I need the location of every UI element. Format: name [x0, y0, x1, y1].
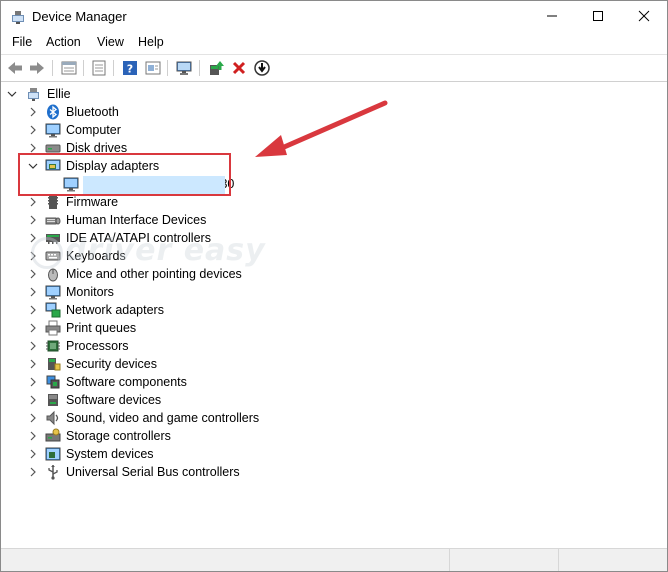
chevron-right-icon[interactable] [28, 448, 38, 460]
properties-button[interactable] [60, 59, 78, 77]
storage-icon [45, 428, 61, 442]
device-manager-window: Device Manager File Action View Help ? E… [0, 0, 668, 572]
download-button[interactable] [253, 59, 271, 77]
chevron-down-icon [7, 91, 17, 97]
status-cell [450, 549, 559, 571]
update-driver-icon [210, 61, 224, 75]
chevron-right-icon[interactable] [28, 466, 38, 478]
window-title: Device Manager [32, 9, 127, 24]
tree-category-label: Security devices [66, 357, 158, 371]
tree-category-label: System devices [66, 447, 154, 461]
view-icon [92, 60, 106, 76]
toolbar-separator [113, 60, 114, 76]
processor-icon [46, 340, 60, 352]
status-cell [1, 549, 450, 571]
menu-bar: File Action View Help [1, 32, 667, 53]
system-icon [45, 447, 61, 461]
monitor-icon [45, 285, 61, 300]
update-driver-button[interactable] [207, 59, 225, 77]
computer-icon [45, 123, 61, 138]
tree-category-label: Sound, video and game controllers [66, 411, 260, 425]
menu-help[interactable]: Help [138, 35, 164, 49]
chevron-right-icon[interactable] [28, 376, 38, 388]
printer-icon [45, 320, 61, 336]
toolbar: ? [1, 54, 667, 82]
tree-category-label: Print queues [66, 321, 137, 335]
tree-category-label: Computer [66, 123, 121, 137]
help-icon: ? [123, 61, 137, 76]
software-device-icon [48, 394, 58, 406]
minimize-icon [547, 15, 557, 17]
tree-category-label: Processors [66, 339, 129, 353]
software-component-icon [46, 375, 60, 389]
chevron-right-icon[interactable] [28, 412, 38, 424]
view-button[interactable] [90, 59, 108, 77]
menu-file[interactable]: File [12, 35, 32, 49]
security-icon [48, 358, 61, 371]
annotation-arrow [255, 100, 388, 157]
device-manager-app-icon [12, 11, 24, 24]
chevron-right-icon[interactable] [28, 106, 38, 118]
chevron-right-icon[interactable] [28, 340, 38, 352]
tree-category-label: Bluetooth [66, 105, 119, 119]
annotation-highlight-box [18, 153, 231, 196]
chevron-right-icon[interactable] [28, 268, 38, 280]
sound-icon [46, 410, 59, 426]
tree-category-label: Human Interface Devices [66, 213, 207, 227]
title-bar[interactable]: Device Manager [1, 1, 667, 32]
toolbar-separator [83, 60, 84, 76]
tree-category-label: Universal Serial Bus controllers [66, 465, 240, 479]
status-bar [1, 548, 667, 571]
watermark-text: driver easy [65, 233, 266, 268]
show-hidden-icon [145, 61, 161, 75]
menu-action[interactable]: Action [46, 35, 81, 49]
forward-icon [30, 62, 44, 74]
tree-category-label: Monitors [66, 285, 114, 299]
chevron-right-icon[interactable] [28, 358, 38, 370]
back-button[interactable] [6, 59, 24, 77]
scan-hardware-button[interactable] [175, 59, 193, 77]
chevron-right-icon[interactable] [28, 124, 38, 136]
help-button[interactable]: ? [121, 59, 139, 77]
properties-icon [61, 61, 77, 75]
tree-category-label: Storage controllers [66, 429, 171, 443]
forward-button[interactable] [28, 59, 46, 77]
chevron-right-icon[interactable] [28, 430, 38, 442]
show-hidden-button[interactable] [144, 59, 162, 77]
toolbar-separator [167, 60, 168, 76]
toolbar-separator [199, 60, 200, 76]
tree-root-label: Ellie [47, 87, 71, 101]
usb-icon [48, 465, 58, 480]
back-icon [8, 62, 22, 74]
chevron-right-icon[interactable] [28, 394, 38, 406]
chevron-right-icon[interactable] [28, 304, 38, 316]
network-icon [45, 302, 61, 318]
chevron-right-icon[interactable] [28, 196, 38, 208]
minimize-button[interactable] [529, 1, 575, 32]
tree-category-label: Network adapters [66, 303, 164, 317]
download-icon [254, 60, 270, 76]
chevron-right-icon[interactable] [28, 214, 38, 226]
chevron-right-icon[interactable] [28, 322, 38, 334]
chevron-right-icon[interactable] [28, 286, 38, 298]
scan-hardware-icon [176, 61, 192, 75]
close-icon [638, 10, 650, 22]
maximize-button[interactable] [575, 1, 621, 32]
maximize-icon [593, 11, 603, 21]
close-button[interactable] [621, 1, 667, 32]
firmware-icon [48, 195, 58, 209]
tree-category-label: Software components [66, 375, 187, 389]
computer-root-icon [28, 88, 39, 101]
watermark: driver easy [31, 233, 266, 268]
uninstall-button[interactable] [230, 59, 248, 77]
hid-icon [45, 217, 61, 225]
uninstall-icon [232, 61, 246, 75]
tree-category-label: Software devices [66, 393, 162, 407]
bluetooth-icon [47, 104, 59, 120]
menu-view[interactable]: View [97, 35, 124, 49]
toolbar-separator [52, 60, 53, 76]
svg-text:?: ? [127, 63, 133, 76]
status-cell [559, 549, 666, 571]
